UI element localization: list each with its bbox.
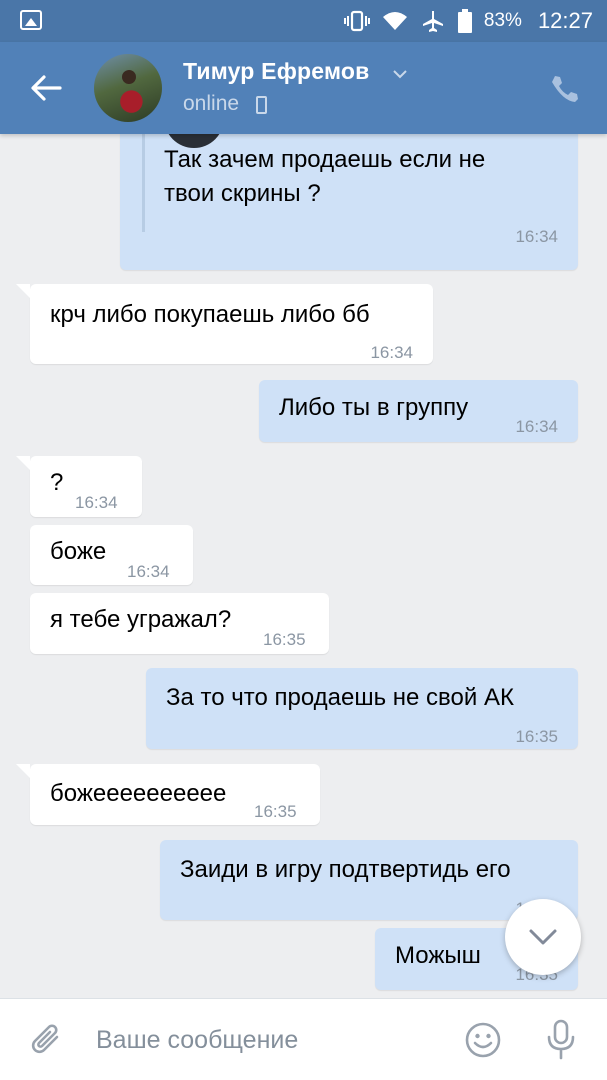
message-text: За то что продаешь не свой АК: [166, 684, 514, 711]
attach-button[interactable]: [26, 1019, 68, 1061]
paperclip-icon: [31, 1024, 59, 1054]
message-outgoing[interactable]: Заиди в игру подтвертидь его 16:35: [160, 840, 578, 920]
chevron-down-icon[interactable]: [392, 66, 408, 82]
message-text: твои скрины ?: [164, 180, 321, 207]
call-button[interactable]: [543, 68, 583, 108]
scroll-to-bottom-button[interactable]: [505, 899, 581, 975]
vibrate-icon: [343, 8, 370, 34]
message-text: Можыш: [395, 942, 481, 969]
message-outgoing[interactable]: Либо ты в группу 16:34: [259, 380, 578, 442]
message-input[interactable]: [96, 1019, 436, 1061]
battery-icon: [457, 8, 472, 34]
message-time: 16:34: [515, 227, 558, 246]
message-time: 16:34: [75, 493, 118, 512]
message-time: 16:34: [127, 562, 170, 581]
avatar[interactable]: [94, 54, 162, 122]
mobile-phone-icon: [256, 96, 267, 114]
message-time: 16:35: [263, 630, 306, 649]
message-text: божееееeeeeeе: [50, 780, 227, 807]
chevron-down-icon: [529, 929, 557, 945]
back-arrow-icon: [31, 75, 62, 101]
contact-name[interactable]: Тимур Ефремов: [183, 58, 369, 85]
microphone-icon: [547, 1019, 575, 1060]
message-text: я тебе угражал?: [50, 606, 232, 633]
message-text: ?: [50, 469, 64, 496]
back-button[interactable]: [24, 66, 68, 110]
message-outgoing[interactable]: За то что продаешь не свой АК 16:35: [146, 668, 578, 749]
voice-message-button[interactable]: [540, 1017, 582, 1063]
message-time: 16:35: [515, 727, 558, 746]
battery-percent: 83%: [483, 10, 522, 31]
clock: 12:27: [537, 8, 593, 33]
chat-header: Тимур Ефремов online: [0, 42, 607, 134]
message-time: 16:34: [370, 343, 413, 362]
message-text: крч либо покупаешь либо бб: [50, 301, 370, 328]
picture-icon: [20, 10, 42, 30]
message-text: Либо ты в группу: [279, 394, 469, 421]
wifi-icon: [382, 8, 408, 34]
message-text: боже: [50, 538, 107, 565]
message-outgoing[interactable]: 9 мая в 16:33 Так зачем продаешь если не…: [120, 134, 578, 270]
forward-bar: [142, 134, 145, 232]
message-time: 16:34: [515, 417, 558, 436]
smiley-icon: [465, 1022, 501, 1058]
emoji-button[interactable]: [462, 1019, 504, 1061]
message-incoming[interactable]: я тебе угражал? 16:35: [30, 593, 329, 654]
message-incoming[interactable]: крч либо покупаешь либо бб 16:34: [16, 284, 433, 364]
airplane-icon: [420, 8, 446, 34]
message-list[interactable]: 9 мая в 16:33 Так зачем продаешь если не…: [0, 134, 607, 998]
contact-status: online: [183, 92, 240, 115]
message-incoming[interactable]: боже 16:34: [30, 525, 193, 585]
message-composer: [0, 998, 607, 1080]
message-incoming[interactable]: ? 16:34: [16, 456, 142, 517]
phone-icon: [552, 76, 578, 102]
status-bar: 83% 12:27: [0, 0, 607, 42]
message-text: Заиди в игру подтвертидь его: [180, 856, 511, 883]
message-text: Так зачем продаешь если не: [164, 146, 486, 173]
message-time: 16:35: [254, 802, 297, 821]
message-incoming[interactable]: божееееeeeeeе 16:35: [16, 764, 320, 825]
